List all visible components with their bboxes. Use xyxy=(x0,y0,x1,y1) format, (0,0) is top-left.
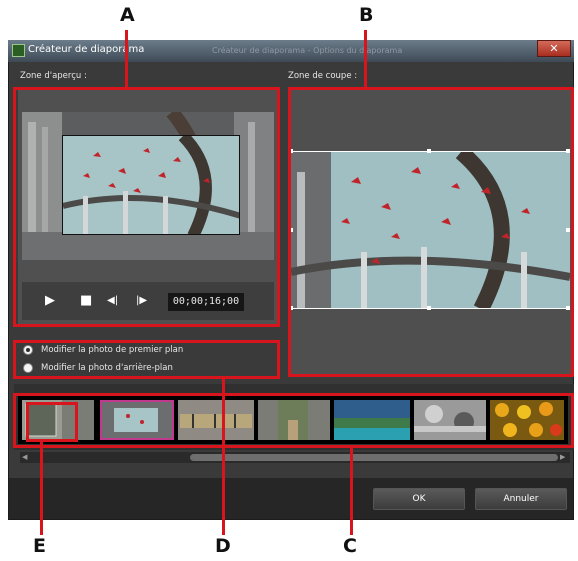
scroll-left-icon[interactable]: ◀ xyxy=(22,453,27,461)
callout-box-d xyxy=(13,340,280,379)
scrollbar-thumb[interactable] xyxy=(190,454,558,461)
crop-area-label: Zone de coupe : xyxy=(288,71,358,81)
app-icon xyxy=(12,44,25,57)
callout-label-d: D xyxy=(215,535,231,557)
callout-label-e: E xyxy=(33,535,46,557)
callout-label-a: A xyxy=(120,4,135,26)
close-icon[interactable]: ✕ xyxy=(537,40,571,57)
callout-line-b xyxy=(364,30,367,88)
callout-line-d xyxy=(222,378,225,535)
background-window-title: Créateur de diaporama - Options du diapo… xyxy=(212,46,403,55)
callout-box-b xyxy=(288,87,574,377)
cancel-button[interactable]: Annuler xyxy=(475,488,567,510)
callout-label-c: C xyxy=(343,535,357,557)
callout-box-c xyxy=(13,393,574,448)
callout-box-e xyxy=(26,402,78,442)
scroll-right-icon[interactable]: ▶ xyxy=(560,453,565,461)
preview-area-label: Zone d'aperçu : xyxy=(20,71,87,81)
callout-line-c xyxy=(350,447,353,535)
callout-label-b: B xyxy=(359,4,374,26)
callout-box-a xyxy=(13,87,280,327)
callout-line-a xyxy=(125,30,128,88)
ok-button[interactable]: OK xyxy=(373,488,465,510)
callout-line-e xyxy=(40,441,43,535)
